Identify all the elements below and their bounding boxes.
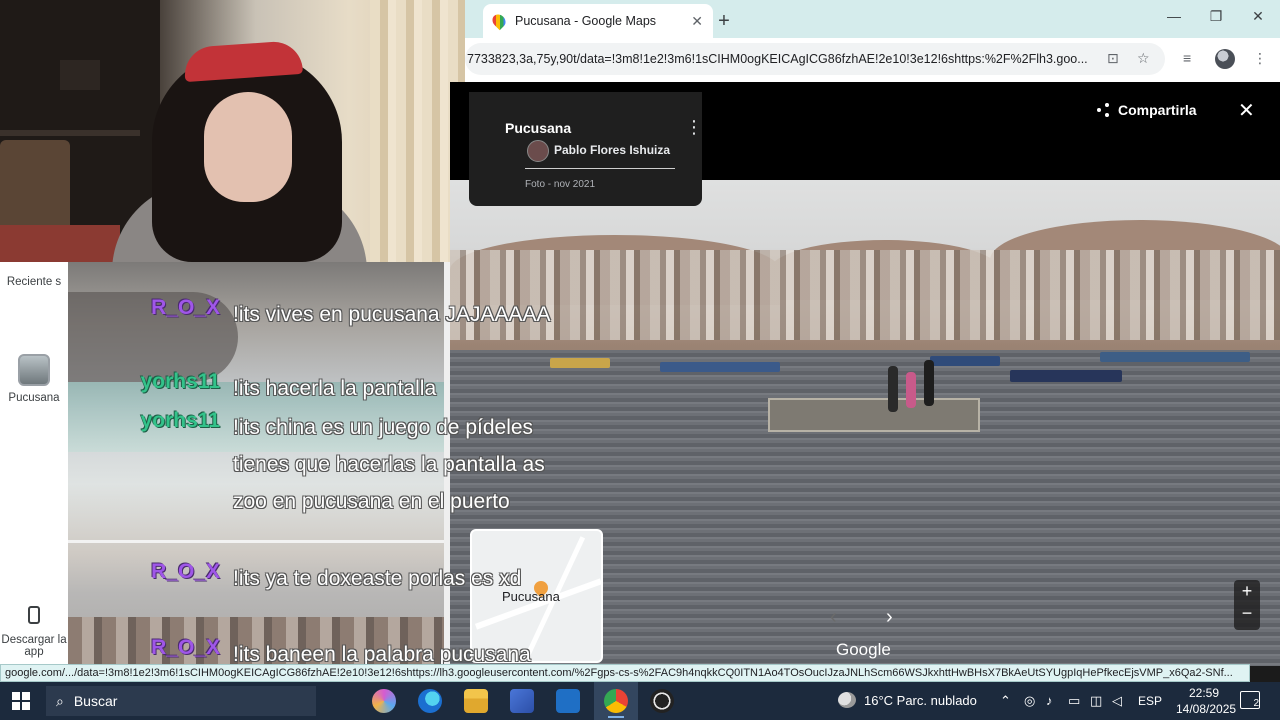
maps-sidebar: Reciente s Pucusana Descargar la app <box>0 262 68 666</box>
search-icon: ⌕ <box>56 692 64 709</box>
taskbar: ⌕ Buscar 16°C Parc. nublado ⌃ ◎ ♪ ▭ ◫ ◁ … <box>0 682 1280 720</box>
google-logo: Google <box>836 640 891 659</box>
clock-date: 14/08/2025 <box>1176 702 1237 716</box>
notification-count: 2 <box>1253 698 1259 709</box>
chat-text: !its ya te doxeaste porlas es xd <box>233 567 522 590</box>
photo-person <box>906 372 916 408</box>
menu-dots-icon[interactable]: ⋮ <box>1253 50 1267 67</box>
close-icon[interactable]: ✕ <box>691 13 703 30</box>
obs-icon[interactable] <box>650 689 674 713</box>
chat-username: yorhs11 <box>140 370 220 393</box>
edge-icon[interactable] <box>418 689 442 713</box>
status-url-bar: google.com/.../data=!3m8!1e2!3m6!1sCIHM0… <box>0 664 1250 682</box>
browser-toolbar: 7733823,3a,75y,90t/data=!3m8!1e2!3m6!1sC… <box>465 38 1280 82</box>
volume-icon[interactable]: ◁ <box>1112 693 1122 709</box>
language-indicator[interactable]: ESP <box>1138 694 1162 708</box>
browser-window: Pucusana - Google Maps ✕ + — ❐ ✕ 7733823… <box>465 0 1280 82</box>
photo-viewer: Pucusana Pablo Flores Ishuiza Foto - nov… <box>450 82 1280 666</box>
close-window-icon[interactable]: ✕ <box>1244 8 1272 25</box>
share-icon <box>1096 103 1110 117</box>
weather-icon <box>838 692 856 708</box>
tab-title: Pucusana - Google Maps <box>515 14 657 28</box>
photo-date: Foto - nov 2021 <box>525 179 596 190</box>
system-clock[interactable]: 22:59 14/08/2025 <box>1176 685 1237 717</box>
photo-boat <box>1100 352 1250 362</box>
install-icon[interactable]: ⊡ <box>1107 50 1119 67</box>
chat-text: !its hacerla la pantalla <box>233 377 437 400</box>
zoom-out-icon[interactable]: − <box>1234 602 1260 624</box>
chevron-left-icon[interactable]: ‹ <box>830 606 837 629</box>
webcam-bed <box>0 225 120 262</box>
chat-username: R_O_X <box>151 560 220 583</box>
star-icon[interactable]: ☆ <box>1137 50 1150 67</box>
file-explorer-icon[interactable] <box>464 689 488 713</box>
photo-raft <box>768 398 980 432</box>
photo-boat <box>660 362 780 372</box>
info-divider <box>525 168 675 169</box>
store-icon[interactable] <box>510 689 534 713</box>
camera-icon[interactable]: ◎ <box>1024 693 1035 709</box>
microphone-icon[interactable]: ♪ <box>1046 693 1053 708</box>
more-options-icon[interactable]: ⋮ <box>685 118 703 136</box>
chat-username: yorhs11 <box>140 409 220 432</box>
tab-google-maps[interactable]: Pucusana - Google Maps ✕ <box>483 4 713 38</box>
zoom-control: + − <box>1234 580 1260 630</box>
close-icon[interactable]: ✕ <box>1238 98 1255 123</box>
minimize-icon[interactable]: — <box>1160 8 1188 24</box>
network-icon[interactable]: ◫ <box>1090 693 1102 709</box>
webcam-chair <box>0 140 70 235</box>
windows-start-icon[interactable] <box>12 692 30 710</box>
media-icon[interactable]: ≡ <box>1183 50 1191 66</box>
photo-person <box>924 360 934 406</box>
taskbar-search[interactable]: ⌕ Buscar <box>46 686 316 716</box>
photo-houses <box>450 250 1280 340</box>
plus-icon[interactable]: + <box>711 8 737 34</box>
screen: Reciente s Pucusana Descargar la app Puc… <box>0 0 1280 720</box>
chevron-right-icon[interactable]: › <box>886 606 893 629</box>
address-bar[interactable]: 7733823,3a,75y,90t/data=!3m8!1e2!3m6!1sC… <box>465 43 1165 75</box>
chevron-up-icon[interactable]: ⌃ <box>1000 693 1011 709</box>
weather-widget[interactable]: 16°C Parc. nublado <box>838 692 977 708</box>
sidebar-recent-label: Reciente s <box>6 276 62 288</box>
photo-boat <box>1010 370 1122 382</box>
photo-place-title: Pucusana <box>505 120 572 136</box>
outlook-icon[interactable] <box>556 689 580 713</box>
chat-text: !its vives en pucusana JAJAAAAA <box>233 303 551 326</box>
chat-username: R_O_X <box>151 636 220 659</box>
chat-text: !its china es un juego de pídeles tienes… <box>233 416 545 513</box>
sidebar-item-recent[interactable]: Reciente s <box>0 276 68 288</box>
zoom-in-icon[interactable]: + <box>1234 580 1260 602</box>
copilot-icon[interactable] <box>372 689 396 713</box>
battery-icon[interactable]: ▭ <box>1068 693 1080 709</box>
photo-person <box>888 366 898 412</box>
phone-icon <box>28 606 40 624</box>
share-label: Compartirla <box>1118 102 1197 118</box>
chrome-icon[interactable] <box>604 689 628 713</box>
webcam-person <box>112 39 367 262</box>
weather-text: 16°C Parc. nublado <box>864 692 977 708</box>
taskbar-search-placeholder: Buscar <box>73 693 118 709</box>
map-pin-icon <box>489 11 509 31</box>
profile-avatar[interactable] <box>1215 49 1235 69</box>
photo-author[interactable]: Pablo Flores Ishuiza <box>554 143 670 157</box>
photo-boat <box>550 358 610 368</box>
notification-icon[interactable]: 2 <box>1240 691 1260 709</box>
chat-username: R_O_X <box>151 296 220 319</box>
photo-info-card: Pucusana Pablo Flores Ishuiza Foto - nov… <box>469 92 703 206</box>
author-avatar[interactable] <box>527 140 549 162</box>
webcam-feed <box>0 0 465 262</box>
photo-boat <box>930 356 1000 366</box>
restore-icon[interactable]: ❐ <box>1202 8 1230 25</box>
share-button[interactable]: Compartirla <box>1096 102 1197 118</box>
clock-time: 22:59 <box>1188 686 1220 700</box>
